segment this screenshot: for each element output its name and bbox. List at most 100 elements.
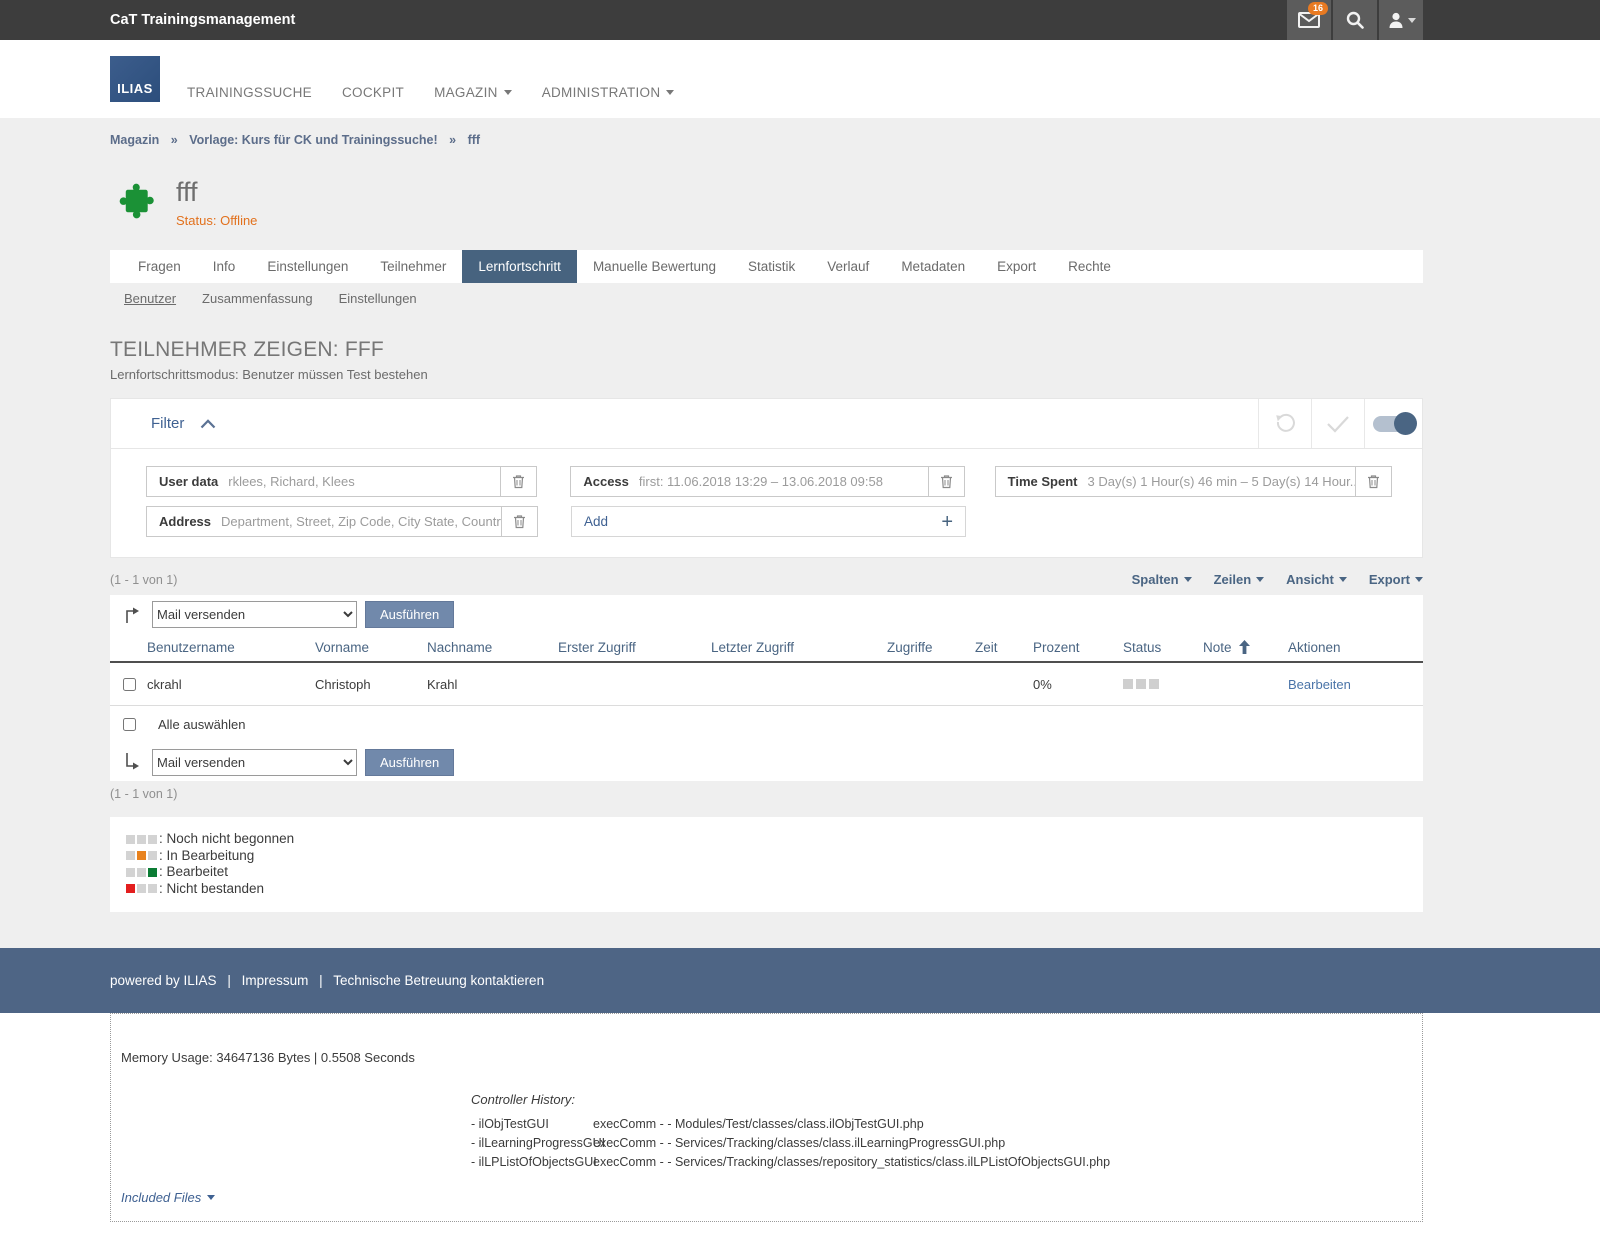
select-all-row: Alle auswählen — [110, 706, 1423, 743]
col-zugriffe[interactable]: Zugriffe — [887, 640, 975, 655]
tab-export[interactable]: Export — [981, 250, 1052, 283]
nav-magazin[interactable]: MAGAZIN — [434, 85, 512, 100]
filter-add-button[interactable]: Add + — [571, 506, 966, 537]
user-menu-button[interactable] — [1379, 0, 1423, 40]
legend-item: : Nicht bestanden — [126, 881, 1407, 898]
col-nachname[interactable]: Nachname — [427, 640, 558, 655]
menu-export[interactable]: Export — [1369, 572, 1423, 587]
filter-on-toggle[interactable] — [1364, 399, 1422, 448]
filter-field-user-data: User data rklees, Richard, Klees — [146, 466, 537, 497]
search-button[interactable] — [1333, 0, 1377, 40]
user-icon — [1387, 11, 1405, 29]
mail-button[interactable]: 16 — [1287, 0, 1331, 40]
tab-metadaten[interactable]: Metadaten — [885, 250, 981, 283]
trash-icon[interactable] — [1355, 467, 1391, 496]
col-note[interactable]: Note — [1203, 640, 1288, 655]
filter-value-access[interactable]: first: 11.06.2018 13:29 – 13.06.2018 09:… — [639, 474, 928, 489]
subtab-bar: Benutzer Zusammenfassung Einstellungen — [110, 283, 1423, 314]
tab-verlauf[interactable]: Verlauf — [811, 250, 885, 283]
menu-spalten[interactable]: Spalten — [1132, 572, 1192, 587]
bulk-action-select-bottom[interactable]: Mail versenden — [152, 749, 357, 776]
filter-reset-button[interactable] — [1258, 399, 1311, 448]
filter-value-time-spent[interactable]: 3 Day(s) 1 Hour(s) 46 min – 5 Day(s) 14 … — [1088, 474, 1355, 489]
menu-zeilen[interactable]: Zeilen — [1214, 572, 1265, 587]
bulk-action-select-top[interactable]: Mail versenden — [152, 601, 357, 628]
menu-ansicht[interactable]: Ansicht — [1286, 572, 1347, 587]
tab-lernfortschritt[interactable]: Lernfortschritt — [462, 250, 577, 283]
ilias-logo[interactable]: ILIAS — [110, 56, 160, 102]
section-heading: TEILNEHMER ZEIGEN: FFF — [110, 338, 1423, 362]
legend-square — [126, 835, 135, 844]
col-benutzername[interactable]: Benutzername — [147, 640, 315, 655]
main-content: Magazin » Vorlage: Kurs für CK und Train… — [0, 118, 1600, 948]
tab-einstellungen[interactable]: Einstellungen — [251, 250, 364, 283]
legend-square — [148, 851, 157, 860]
filter-value-address[interactable]: Department, Street, Zip Code, City State… — [221, 514, 501, 529]
footer: powered by ILIAS | Impressum | Technisch… — [0, 948, 1600, 1013]
nav-administration[interactable]: ADMINISTRATION — [542, 85, 675, 100]
subtab-benutzer[interactable]: Benutzer — [124, 291, 176, 306]
status-badge: Status: Offline — [176, 213, 257, 228]
col-letzter-zugriff[interactable]: Letzter Zugriff — [711, 640, 887, 655]
nav-cockpit[interactable]: COCKPIT — [342, 85, 404, 100]
chevron-down-icon — [1256, 577, 1264, 582]
cell-status — [1123, 679, 1203, 689]
controller-history-row: - ilObjTestGUI execComm - - Modules/Test… — [471, 1115, 1110, 1134]
support-link[interactable]: Technische Betreuung kontaktieren — [333, 973, 544, 988]
legend-square — [137, 835, 146, 844]
breadcrumb: Magazin » Vorlage: Kurs für CK und Train… — [110, 118, 1423, 147]
col-vorname[interactable]: Vorname — [315, 640, 427, 655]
pagination-top: (1 - 1 von 1) — [110, 573, 177, 587]
tab-fragen[interactable]: Fragen — [122, 250, 197, 283]
trash-icon[interactable] — [501, 507, 537, 536]
breadcrumb-fff[interactable]: fff — [468, 133, 481, 147]
ausfuehren-button-bottom[interactable]: Ausführen — [365, 749, 454, 776]
col-prozent[interactable]: Prozent — [1033, 640, 1123, 655]
breadcrumb-magazin[interactable]: Magazin — [110, 133, 159, 147]
legend-item: : In Bearbeitung — [126, 848, 1407, 865]
filter-apply-button[interactable] — [1311, 399, 1364, 448]
filter-label-access[interactable]: Access — [571, 474, 639, 489]
chevron-up-icon — [200, 419, 216, 429]
subtab-zusammenfassung[interactable]: Zusammenfassung — [202, 291, 313, 306]
ausfuehren-button-top[interactable]: Ausführen — [365, 601, 454, 628]
filter-value-user-data[interactable]: rklees, Richard, Klees — [228, 474, 500, 489]
tab-manuelle-bewertung[interactable]: Manuelle Bewertung — [577, 250, 732, 283]
col-zeit[interactable]: Zeit — [975, 640, 1033, 655]
filter-label-address[interactable]: Address — [147, 514, 221, 529]
select-all-label[interactable]: Alle auswählen — [158, 717, 245, 732]
tab-teilnehmer[interactable]: Teilnehmer — [364, 250, 462, 283]
arrow-up-right-icon — [122, 603, 140, 625]
bearbeiten-link[interactable]: Bearbeiten — [1288, 677, 1351, 692]
col-erster-zugriff[interactable]: Erster Zugriff — [558, 640, 711, 655]
chevron-down-icon — [666, 90, 674, 95]
filter-label-user-data[interactable]: User data — [147, 474, 228, 489]
refresh-icon — [1274, 413, 1296, 435]
plus-icon: + — [941, 512, 965, 532]
filter-body: User data rklees, Richard, Klees Access … — [111, 448, 1422, 557]
legend-square — [148, 868, 157, 877]
filter-label-time-spent[interactable]: Time Spent — [996, 474, 1088, 489]
chevron-down-icon — [1415, 577, 1423, 582]
powered-by-link[interactable]: powered by ILIAS — [110, 973, 217, 988]
breadcrumb-separator: » — [171, 133, 178, 147]
filter-collapse-toggle[interactable]: Filter — [151, 399, 216, 448]
tab-info[interactable]: Info — [197, 250, 252, 283]
col-status[interactable]: Status — [1123, 640, 1203, 655]
tab-statistik[interactable]: Statistik — [732, 250, 811, 283]
chevron-down-icon — [1408, 18, 1416, 23]
legend-square — [148, 884, 157, 893]
row-checkbox[interactable] — [123, 678, 136, 691]
trash-icon[interactable] — [928, 467, 964, 496]
controller-history-title: Controller History: — [471, 1092, 1110, 1107]
trash-icon[interactable] — [500, 467, 536, 496]
included-files-toggle[interactable]: Included Files — [121, 1190, 215, 1205]
nav-trainingssuche[interactable]: TRAININGSSUCHE — [187, 85, 312, 100]
tab-rechte[interactable]: Rechte — [1052, 250, 1127, 283]
breadcrumb-vorlage[interactable]: Vorlage: Kurs für CK und Trainingssuche! — [189, 133, 437, 147]
impressum-link[interactable]: Impressum — [242, 973, 309, 988]
bulk-action-row-bottom: Mail versenden Ausführen — [110, 743, 1423, 781]
select-all-checkbox[interactable] — [123, 718, 136, 731]
subtab-einstellungen[interactable]: Einstellungen — [339, 291, 417, 306]
memory-usage: Memory Usage: 34647136 Bytes | 0.5508 Se… — [121, 1050, 415, 1065]
